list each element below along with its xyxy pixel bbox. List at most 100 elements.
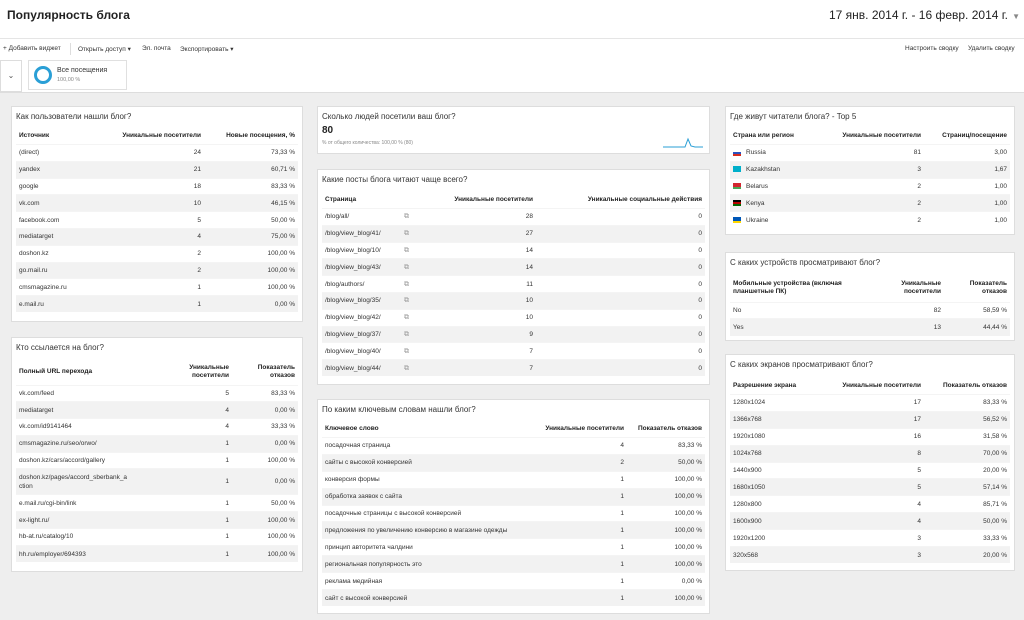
row-value: 1 xyxy=(106,278,204,296)
column-header[interactable]: Полный URL перехода xyxy=(16,359,156,385)
column-header[interactable]: Страна или регион xyxy=(730,128,818,145)
chevron-down-icon: ⌄ xyxy=(7,71,15,80)
table-row: facebook.com 5 50,00 % xyxy=(16,211,298,229)
open-link-icon[interactable]: ⧉ xyxy=(404,230,409,238)
table-row: региональная популярность это 1 100,00 % xyxy=(322,555,705,573)
row-label[interactable]: ex-light.ru/ xyxy=(16,511,156,529)
row-value: 1,00 xyxy=(924,177,1010,195)
row-value: 60,71 % xyxy=(204,160,298,179)
table-row: e.mail.ru/cgi-bin/link 1 50,00 % xyxy=(16,494,298,512)
column-header[interactable]: Разрешение экрана xyxy=(730,378,818,395)
row-label[interactable]: hb-at.ru/catalog/10 xyxy=(16,528,156,546)
column-header[interactable]: Ключевое слово xyxy=(322,421,524,438)
row-label-text: vk.com/feed xyxy=(19,389,55,397)
widget-title: С каких устройств просматривают блог? xyxy=(730,258,881,267)
open-link-icon[interactable]: ⧉ xyxy=(404,331,409,339)
row-label[interactable]: /blog/view_blog/37/ ⧉ xyxy=(322,325,422,343)
row-value: 1 xyxy=(524,555,627,573)
export-button[interactable]: Экспортировать ▾ xyxy=(180,45,234,53)
row-value: 4 xyxy=(818,495,924,513)
row-label[interactable]: mediatarget xyxy=(16,401,156,419)
open-link-icon[interactable]: ⧉ xyxy=(404,365,409,373)
open-link-icon[interactable]: ⧉ xyxy=(404,213,409,221)
open-link-icon[interactable]: ⧉ xyxy=(404,348,409,356)
widget-title: Где живут читатели блога? - Top 5 xyxy=(730,112,857,121)
row-value: 50,00 % xyxy=(924,512,1010,530)
row-label[interactable]: /blog/authors/ ⧉ xyxy=(322,275,422,293)
column-header[interactable]: Уникальные посетители xyxy=(880,274,944,302)
row-value: 10 xyxy=(422,291,536,310)
column-header[interactable]: Уникальные посетители xyxy=(106,128,204,145)
add-widget-button[interactable]: + Добавить виджет xyxy=(3,45,61,52)
column-header[interactable]: Уникальные посетители xyxy=(818,378,924,395)
row-label: vk.com xyxy=(16,194,106,212)
email-button[interactable]: Эл. почта xyxy=(142,45,171,52)
table-row: /blog/view_blog/43/ ⧉ 14 0 xyxy=(322,258,705,276)
row-label[interactable]: vk.com/feed xyxy=(16,384,156,402)
flag-icon xyxy=(733,166,741,173)
open-link-icon[interactable]: ⧉ xyxy=(404,314,409,322)
visitors-subtext: % от общего количества: 100,00 % (80) xyxy=(322,140,413,146)
row-label[interactable]: /blog/view_blog/41/ ⧉ xyxy=(322,224,422,243)
table-row: vk.com/id9141464 4 33,33 % xyxy=(16,418,298,436)
row-label-text: /blog/view_blog/40/ xyxy=(325,347,381,355)
row-label[interactable]: /blog/view_blog/35/ ⧉ xyxy=(322,291,422,310)
segment-toggle-button[interactable]: ⌄ xyxy=(0,60,22,92)
column-header[interactable]: Уникальные социальные действия xyxy=(536,192,705,209)
row-label[interactable]: /blog/view_blog/43/ ⧉ xyxy=(322,258,422,276)
row-value: 100,00 % xyxy=(627,538,705,556)
column-header[interactable]: Показатель отказов xyxy=(924,378,1010,395)
open-link-icon[interactable]: ⧉ xyxy=(404,264,409,272)
segment-chip[interactable]: Все посещения 100,00 % xyxy=(28,60,127,90)
row-value: 4 xyxy=(156,401,232,419)
row-label[interactable]: hh.ru/employer/694393 xyxy=(16,544,156,563)
open-link-icon[interactable]: ⧉ xyxy=(404,247,409,255)
row-label[interactable]: doshon.kz/cars/accord/gallery xyxy=(16,451,156,469)
column-header[interactable]: Страница xyxy=(322,192,422,209)
row-label[interactable]: vk.com/id9141464 xyxy=(16,418,156,436)
column-header[interactable]: Показатель отказов xyxy=(232,359,298,385)
column-header[interactable]: Уникальные посетители xyxy=(422,192,536,209)
row-value: 70,00 % xyxy=(924,444,1010,463)
column-header[interactable]: Уникальные посетители xyxy=(156,359,232,385)
column-header[interactable]: Уникальные посетители xyxy=(818,128,924,145)
dashboard-toolbar: + Добавить виджет Открыть доступ ▾ Эл. п… xyxy=(0,38,1024,59)
row-label: посадочная страница xyxy=(322,437,524,455)
customize-dashboard-button[interactable]: Настроить сводку xyxy=(905,45,959,52)
row-value: 9 xyxy=(422,325,536,343)
chevron-down-icon[interactable]: ▼ xyxy=(1012,12,1020,21)
column-header[interactable]: Показатель отказов xyxy=(627,421,705,438)
row-label[interactable]: /blog/view_blog/10/ ⧉ xyxy=(322,241,422,259)
table-row: конверсия формы 1 100,00 % xyxy=(322,470,705,489)
open-link-icon[interactable]: ⧉ xyxy=(404,281,409,289)
table-row: Kenya 2 1,00 xyxy=(730,194,1010,212)
row-value: 1 xyxy=(524,538,627,556)
column-header[interactable]: Показатель отказов xyxy=(944,274,1010,302)
row-label[interactable]: /blog/all/ ⧉ xyxy=(322,208,422,226)
column-header[interactable]: Уникальные посетители xyxy=(524,421,627,438)
share-button[interactable]: Открыть доступ ▾ xyxy=(78,45,131,53)
column-header[interactable]: Мобильные устройства (включая планшетные… xyxy=(730,274,880,302)
table-row: doshon.kz/cars/accord/gallery 1 100,00 % xyxy=(16,451,298,469)
column-header[interactable]: Страниц/посещение xyxy=(924,128,1010,145)
row-label[interactable]: /blog/view_blog/42/ ⧉ xyxy=(322,308,422,327)
row-value: 5 xyxy=(818,461,924,479)
column-header[interactable]: Источник xyxy=(16,128,106,145)
row-label-text: e.mail.ru/cgi-bin/link xyxy=(19,499,77,507)
row-value: 100,00 % xyxy=(232,528,298,546)
page-title: Популярность блога xyxy=(7,8,130,22)
row-label[interactable]: /blog/view_blog/40/ ⧉ xyxy=(322,342,422,360)
row-label: cmsmagazine.ru xyxy=(16,278,106,296)
date-range-picker[interactable]: 17 янв. 2014 г. - 16 февр. 2014 г. xyxy=(829,8,1008,22)
column-header[interactable]: Новые посещения, % xyxy=(204,128,298,145)
row-value: 0,00 % xyxy=(232,401,298,419)
row-label[interactable]: doshon.kz/pages/accord_sberbank_a ction xyxy=(16,468,156,495)
row-label-text: 1680x1050 xyxy=(733,483,766,491)
open-link-icon[interactable]: ⧉ xyxy=(404,297,409,305)
row-label-text: (direct) xyxy=(19,149,40,157)
row-label[interactable]: /blog/view_blog/44/ ⧉ xyxy=(322,359,422,377)
row-label[interactable]: cmsmagazine.ru/seo/orwo/ xyxy=(16,434,156,453)
delete-dashboard-button[interactable]: Удалить сводку xyxy=(968,45,1015,52)
row-label[interactable]: e.mail.ru/cgi-bin/link xyxy=(16,494,156,512)
row-value: 1 xyxy=(156,511,232,529)
